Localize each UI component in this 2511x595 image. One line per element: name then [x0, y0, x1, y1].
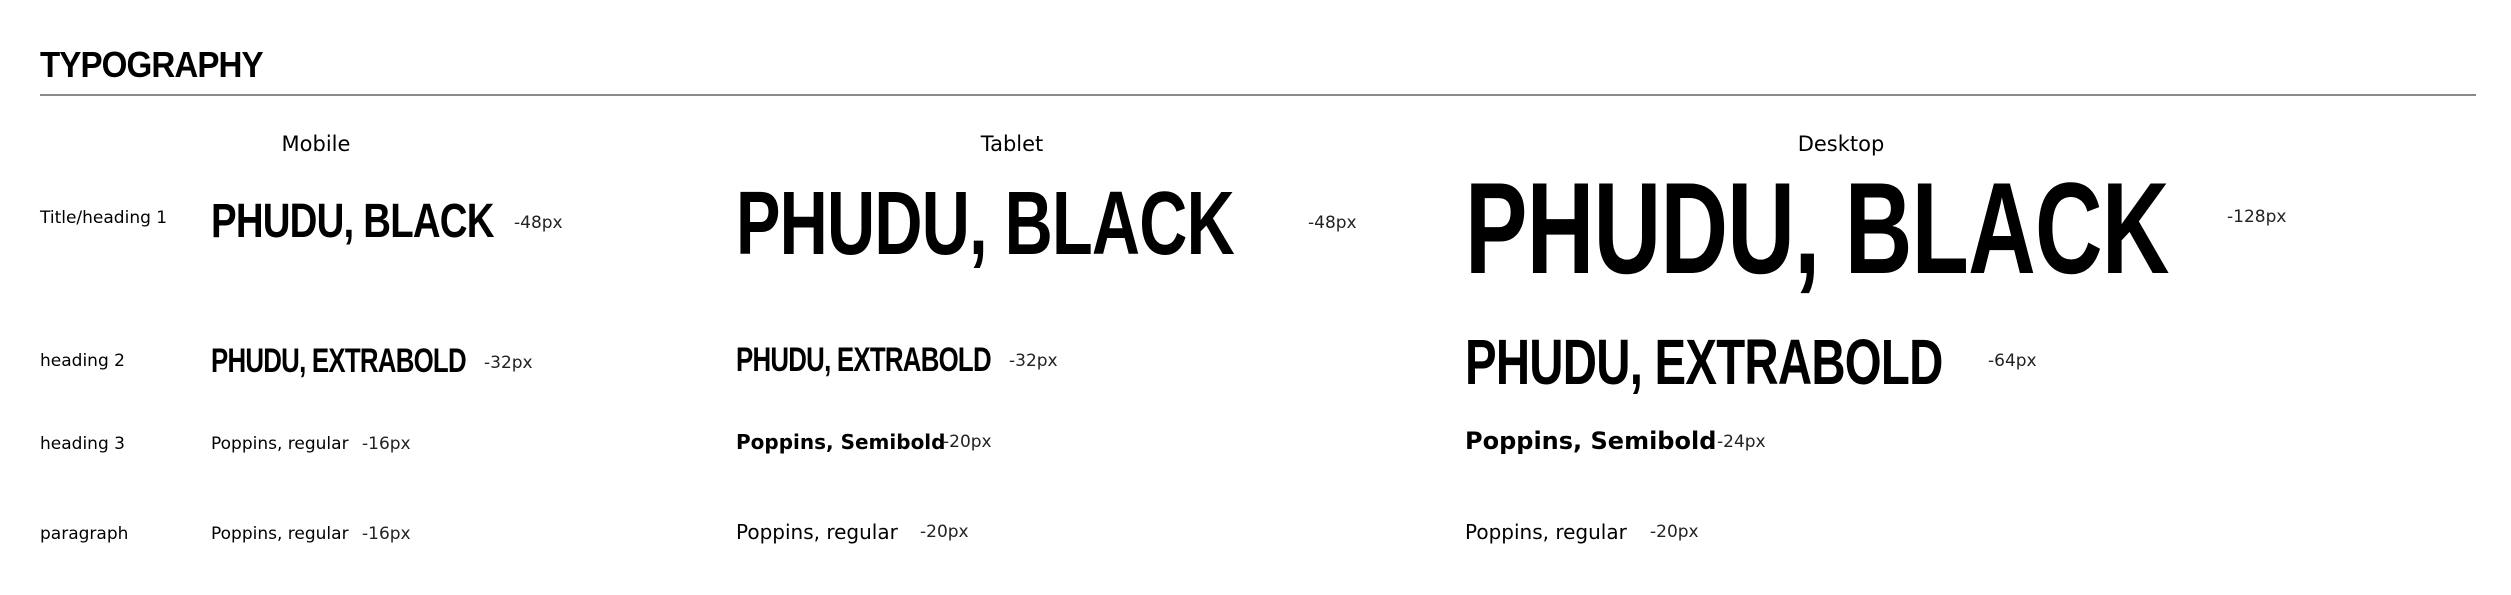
- page-title: TYPOGRAPHY: [40, 44, 264, 85]
- heading2-desktop-sample: PHUDU, EXTRABOLD: [1465, 326, 1943, 398]
- heading2-mobile-sample: PHUDU, EXTRABOLD: [211, 342, 467, 380]
- paragraph-mobile-size: -16px: [362, 524, 411, 544]
- paragraph-desktop-sample: Poppins, regular: [1465, 520, 1627, 544]
- heading3-desktop-size: -24px: [1717, 432, 1766, 452]
- heading3-mobile-sample: Poppins, regular: [211, 434, 349, 454]
- row-label-heading1: Title/heading 1: [40, 208, 168, 228]
- heading3-tablet-sample: Poppins, Semibold: [736, 430, 946, 454]
- row-label-paragraph: paragraph: [40, 524, 129, 544]
- paragraph-tablet-sample: Poppins, regular: [736, 520, 898, 544]
- heading1-tablet-sample: PHUDU, BLACK: [736, 174, 1235, 274]
- heading1-mobile-sample: PHUDU, BLACK: [211, 195, 494, 248]
- heading2-tablet-size: -32px: [1009, 351, 1058, 371]
- row-label-heading3: heading 3: [40, 434, 125, 454]
- column-header-desktop: Desktop: [1797, 132, 1885, 156]
- heading3-mobile-size: -16px: [362, 434, 411, 454]
- column-header-tablet: Tablet: [980, 132, 1044, 156]
- title-divider: [40, 94, 2476, 96]
- row-label-heading2: heading 2: [40, 351, 125, 371]
- paragraph-tablet-size: -20px: [920, 522, 969, 542]
- heading1-desktop-sample: PHUDU, BLACK: [1465, 155, 2169, 301]
- heading1-mobile-size: -48px: [514, 213, 563, 233]
- heading1-desktop-size: -128px: [2227, 207, 2287, 227]
- heading3-tablet-size: -20px: [943, 432, 992, 452]
- paragraph-desktop-size: -20px: [1650, 522, 1699, 542]
- paragraph-mobile-sample: Poppins, regular: [211, 524, 349, 544]
- heading2-tablet-sample: PHUDU, EXTRABOLD: [736, 341, 992, 379]
- heading1-tablet-size: -48px: [1308, 213, 1357, 233]
- heading3-desktop-sample: Poppins, Semibold: [1465, 427, 1717, 455]
- heading2-desktop-size: -64px: [1988, 351, 2037, 371]
- column-header-mobile: Mobile: [281, 132, 351, 156]
- heading2-mobile-size: -32px: [484, 353, 533, 373]
